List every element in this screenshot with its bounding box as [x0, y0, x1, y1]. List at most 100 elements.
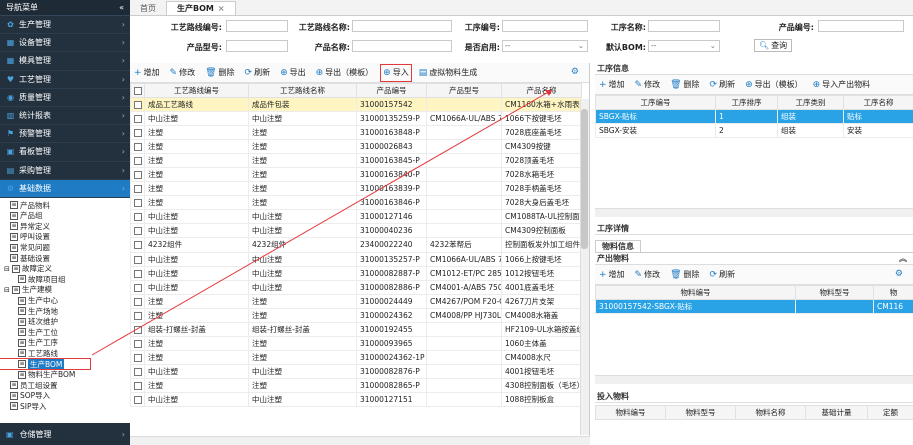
row-checkbox[interactable] [130, 251, 145, 267]
product-name-input[interactable] [352, 40, 452, 52]
refresh-button[interactable]: ⟳ 刷新 [243, 65, 273, 81]
row-checkbox[interactable] [130, 181, 145, 197]
row-checkbox[interactable] [130, 321, 145, 337]
tree-node[interactable]: ≡ 产品物料 [0, 200, 130, 211]
sidebar-item-0[interactable]: ✿ 生产管理 › [0, 16, 130, 35]
table-row[interactable]: 中山注塑 中山注塑 31000082876-P 4001按钮毛坯 [130, 363, 582, 379]
row-checkbox[interactable] [130, 209, 145, 225]
tab-production-bom[interactable]: 生产BOM × [166, 1, 236, 15]
collapse-toggle-icon[interactable]: ⊟ [4, 286, 11, 294]
col-process-name[interactable]: 工序名称 [843, 95, 913, 110]
process-code-input[interactable] [502, 20, 588, 32]
table-row[interactable]: SBGX-贴标 1 组装 贴标 [595, 108, 913, 125]
table-row[interactable]: 注塑 注塑 31000163839-P 7028手柄盖毛坯 [130, 181, 582, 197]
col-input-unit[interactable]: 基础计量 [805, 405, 868, 420]
row-checkbox[interactable] [130, 223, 145, 239]
table-row[interactable]: 31000157542-SBGX-贴标 CM116 [595, 298, 913, 315]
tree-node[interactable]: ≡ 呼叫设置 [0, 232, 130, 243]
col-input-model[interactable]: 物料型号 [665, 405, 736, 420]
tree-node[interactable]: ⊟ ≡ 生产建模 [0, 285, 130, 296]
tree-node[interactable]: ≡ 常见问题 [0, 242, 130, 253]
table-row[interactable]: 注塑 注塑 31000024362 CM4008/PP HJ730L CM4008水箱盖 [130, 307, 582, 323]
process-add-button[interactable]: + 增加 [597, 77, 627, 93]
tree-node[interactable]: ≡ 工艺路线 [0, 348, 130, 359]
sidebar-item-8[interactable]: ▤ 采购管理 › [0, 162, 130, 180]
tree-node[interactable]: ≡ 生产工位 [0, 327, 130, 338]
tree-node[interactable]: ≡ 生产场地 [0, 306, 130, 317]
process-export-template-button[interactable]: ⊕ 导出（模板） [743, 77, 805, 93]
sidebar-item-6[interactable]: ⚑ 预警管理 › [0, 125, 130, 144]
col-product-model[interactable]: 产品型号 [426, 83, 502, 98]
process-refresh-button[interactable]: ⟳ 刷新 [708, 77, 738, 93]
tree-node[interactable]: ≡ 物料生产BOM [0, 369, 130, 380]
row-checkbox[interactable] [130, 307, 145, 323]
output-add-button[interactable]: + 增加 [597, 267, 627, 283]
tree-node[interactable]: ≡ 生产BOM [0, 357, 91, 371]
col-route-code[interactable]: 工艺路线编号 [144, 83, 249, 98]
sidebar-item-5[interactable]: ▥ 统计报表 › [0, 107, 130, 126]
tree-node[interactable]: ≡ 生产中心 [0, 295, 130, 306]
col-product-code[interactable]: 产品编号 [356, 83, 427, 98]
col-input-quota[interactable]: 定额 [867, 405, 913, 420]
route-name-input[interactable] [352, 20, 452, 32]
import-button[interactable]: ⊕ 导入 [380, 63, 412, 82]
output-delete-button[interactable]: 🗑︎ 删除 [668, 267, 701, 283]
scroll-thumb[interactable] [581, 109, 588, 249]
table-row[interactable]: 中山注塑 中山注塑 31000135259-P CM1066A-UL/ABS 7 106… [130, 111, 582, 127]
col-material-model[interactable]: 物料型号 [795, 285, 874, 300]
product-code-input[interactable] [818, 20, 904, 32]
tree-node[interactable]: ≡ 产品组 [0, 210, 130, 221]
route-code-input[interactable] [226, 20, 288, 32]
row-checkbox[interactable] [130, 335, 145, 351]
tree-node[interactable]: ⊟ ≡ 故障定义 [0, 263, 130, 274]
collapse-toggle-icon[interactable]: ⊟ [4, 265, 11, 273]
sidebar-item-2[interactable]: ▦ 模具管理 › [0, 52, 130, 71]
table-row[interactable]: 成品工艺路线 成品件包装 31000157542 CM1160水箱+水雨表 [130, 96, 582, 113]
select-all-checkbox[interactable] [130, 83, 145, 98]
sidebar-item-3[interactable]: ♥ 工艺管理 › [0, 71, 130, 89]
collapse-icon[interactable]: « [119, 3, 124, 12]
row-checkbox[interactable] [130, 391, 145, 408]
row-checkbox[interactable] [130, 125, 145, 141]
horizontal-scrollbar[interactable] [130, 436, 590, 445]
query-button[interactable]: 🔍︎ 查询 [754, 39, 793, 52]
enabled-select[interactable]: -- ⌄ [502, 40, 588, 52]
export-button[interactable]: ⊕ 导出 [278, 65, 308, 81]
add-button[interactable]: + 增加 [132, 65, 162, 81]
row-checkbox[interactable] [130, 139, 145, 155]
row-checkbox[interactable] [130, 195, 145, 211]
row-checkbox[interactable] [130, 363, 145, 379]
table-row[interactable]: 注塑 注塑 31000082865-P 4308控制面板（毛坯） [130, 377, 582, 393]
process-delete-button[interactable]: 🗑︎ 删除 [668, 77, 701, 93]
row-checkbox[interactable] [130, 237, 145, 253]
table-row[interactable]: SBGX-安装 2 组装 安装 [595, 123, 913, 139]
tree-node[interactable]: ≡ SOP导入 [0, 391, 130, 402]
delete-button[interactable]: 🗑︎ 删除 [203, 65, 236, 81]
row-checkbox[interactable] [130, 111, 145, 127]
table-row[interactable]: 组装-打螺丝-封盖 组装-打螺丝-封盖 31000192455 HF2109-UL水箱… [130, 321, 582, 337]
table-row[interactable]: 中山注塑 中山注塑 31000082887-P CM1012-ET/PC 285(10… [130, 265, 582, 281]
col-material-name[interactable]: 物 [873, 285, 913, 300]
process-name-input[interactable] [648, 20, 720, 32]
sidebar-item-warehouse[interactable]: ▣ 仓储管理 › [0, 423, 130, 445]
output-edit-button[interactable]: ✎ 修改 [633, 267, 663, 283]
vertical-scrollbar[interactable] [580, 99, 589, 435]
row-checkbox[interactable] [130, 96, 145, 113]
export-template-button[interactable]: ⊕ 导出（模板） [314, 65, 376, 81]
tree-node[interactable]: ≡ 生产工序 [0, 338, 130, 349]
tree-node[interactable]: ≡ 员工组设置 [0, 380, 130, 391]
gear-icon[interactable]: ⚙ [895, 269, 903, 279]
table-row[interactable]: 注塑 注塑 31000024449 CM4267/POM F20-C 4267刀片支架 [130, 293, 582, 309]
sidebar-item-7[interactable]: ▣ 看板管理 › [0, 143, 130, 162]
table-row[interactable]: 注塑 注塑 31000163845-P 7028顶盖毛坯 [130, 153, 582, 169]
col-route-name[interactable]: 工艺路线名称 [248, 83, 357, 98]
default-bom-select[interactable]: -- ⌄ [648, 40, 720, 52]
tab-material-info[interactable]: 物料信息 [595, 240, 641, 252]
gear-icon[interactable]: ⚙ [571, 67, 579, 77]
table-row[interactable]: 注塑 注塑 31000093965 1060主体盖 [130, 335, 582, 351]
process-edit-button[interactable]: ✎ 修改 [633, 77, 663, 93]
row-checkbox[interactable] [130, 293, 145, 309]
col-material-code[interactable]: 物料编号 [595, 285, 796, 300]
table-row[interactable]: 注塑 注塑 31000163846-P 7028大身后盖毛坯 [130, 195, 582, 211]
table-row[interactable]: 中山注塑 中山注塑 31000127151 1088控制板盒 [130, 391, 582, 408]
